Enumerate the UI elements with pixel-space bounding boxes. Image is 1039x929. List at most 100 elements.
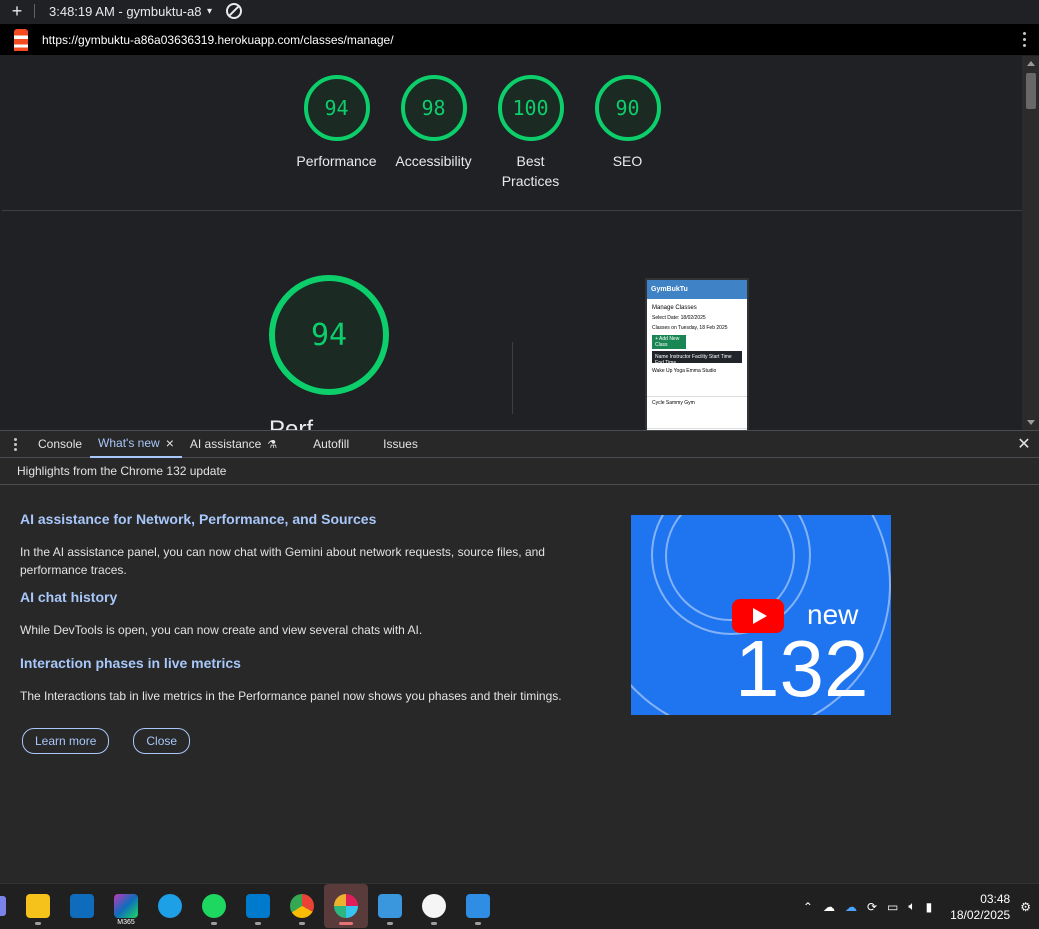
tab-console[interactable]: Console — [30, 431, 90, 458]
edge-icon[interactable] — [148, 884, 192, 928]
tab-label: Console — [38, 437, 83, 451]
table-cell: Gym — [684, 400, 695, 406]
divider — [34, 4, 35, 18]
score-gauge: 94 — [303, 75, 370, 141]
news-body: The Interactions tab in live metrics in … — [20, 689, 562, 703]
column-header: End Time — [655, 360, 677, 366]
table-cell: Studio — [702, 368, 717, 374]
tab-title[interactable]: 3:48:19 AM - gymbuktu-a86a — [49, 4, 201, 19]
score-summary: 94 Performance 98 Accessibility 100 Best… — [2, 56, 1022, 191]
score-label: Performance — [296, 153, 377, 169]
news-heading[interactable]: Interaction phases in live metrics — [20, 655, 580, 671]
clock[interactable]: 03:48 18/02/2025 — [950, 891, 1010, 923]
tab-whats-new[interactable]: What's new × — [90, 431, 182, 458]
taskbar: M365 ⌃ ☁ ☁ ⟳ ▭ 🔈︎ ▮ 03:48 18/02/2025 ⚙ — [0, 883, 1039, 928]
scrollbar-thumb[interactable] — [1026, 73, 1036, 109]
score-performance[interactable]: 94 Performance — [296, 75, 377, 191]
performance-gauge: 94 — [269, 275, 389, 395]
divider — [2, 210, 1022, 211]
news-body: In the AI assistance panel, you can now … — [20, 545, 545, 577]
tab-ai-assistance[interactable]: AI assistance ⚗ — [182, 431, 285, 458]
column-header: Facility — [691, 354, 708, 360]
tab-issues[interactable]: Issues — [375, 431, 426, 458]
vertical-scrollbar[interactable] — [1022, 56, 1039, 430]
onedrive-business-icon[interactable]: ☁ — [845, 900, 857, 914]
display-icon[interactable]: ▭ — [887, 900, 898, 914]
scroll-up-icon[interactable] — [1027, 61, 1035, 66]
tab-label: Autofill — [313, 437, 350, 451]
column-header: Start Time — [708, 354, 732, 360]
table-cell: Emma — [686, 368, 701, 374]
score-gauge: 90 — [594, 75, 661, 141]
score-best-practices[interactable]: 100 Best Practices — [496, 75, 565, 191]
close-drawer-icon[interactable]: ✕ — [1009, 434, 1039, 454]
news-heading[interactable]: AI chat history — [20, 589, 580, 605]
score-label: SEO — [612, 153, 643, 169]
file-explorer-icon[interactable] — [16, 884, 60, 928]
whats-new-list: AI assistance for Network, Performance, … — [20, 511, 580, 715]
score-gauge: 98 — [400, 75, 467, 141]
scroll-down-icon[interactable] — [1027, 420, 1035, 425]
tab-autofill[interactable]: Autofill — [305, 431, 357, 458]
block-icon[interactable] — [226, 3, 243, 19]
thumbnail-title: Manage Classes — [652, 305, 697, 311]
table-cell: Wake Up Yoga — [652, 368, 685, 374]
notepad-icon[interactable] — [368, 884, 412, 928]
score-label: Best Practices — [501, 153, 560, 189]
devtools-drawer: Console What's new × AI assistance ⚗ Autof… — [0, 430, 1039, 883]
chevron-down-icon[interactable]: ▾ — [207, 6, 212, 17]
slack-icon[interactable] — [324, 884, 368, 928]
tab-label: What's new — [98, 436, 160, 450]
battery-icon[interactable]: ▮ — [926, 900, 933, 914]
window-title-bar: + 3:48:19 AM - gymbuktu-a86a ▾ — [0, 0, 1039, 22]
score-gauge: 100 — [497, 75, 564, 141]
sync-icon[interactable]: ⟳ — [867, 900, 877, 914]
performance-heading: Perf — [269, 416, 314, 430]
lighthouse-report: 94 Performance 98 Accessibility 100 Best… — [2, 56, 1022, 430]
highlights-title: Highlights from the Chrome 132 update — [0, 458, 1039, 485]
clock-date: 18/02/2025 — [950, 907, 1011, 922]
spotify-icon[interactable] — [192, 884, 236, 928]
address-bar: https://gymbuktu-a86a03636319.herokuapp.… — [0, 24, 1039, 55]
table-cell: Cycle — [652, 400, 665, 406]
news-body: While DevTools is open, you can now crea… — [20, 623, 423, 637]
lighthouse-icon — [0, 28, 42, 51]
vscode-icon[interactable] — [236, 884, 280, 928]
teams-icon[interactable] — [0, 896, 6, 916]
thumbnail-subtitle: Classes on Tuesday, 18 Feb 2025 — [652, 325, 728, 331]
new-tab-button[interactable]: + — [0, 1, 34, 22]
onedrive-icon[interactable]: ☁ — [823, 900, 835, 914]
thumbnail-date-value: 18/02/2025 — [680, 315, 706, 321]
video-thumbnail[interactable]: new 132 — [631, 515, 891, 715]
learn-more-button[interactable]: Learn more — [22, 728, 110, 754]
face-app-icon[interactable] — [412, 884, 456, 928]
page-screenshot-thumbnail[interactable]: GymBukTu Manage Classes Select Date: 18/… — [645, 278, 749, 430]
m365-label: M365 — [117, 919, 135, 926]
url-text[interactable]: https://gymbuktu-a86a03636319.herokuapp.… — [42, 33, 1009, 47]
score-accessibility[interactable]: 98 Accessibility — [395, 75, 472, 191]
clock-time: 03:48 — [980, 891, 1011, 906]
more-tabs-icon[interactable] — [0, 437, 30, 451]
volume-icon[interactable]: 🔈︎ — [908, 899, 915, 914]
system-tray: ⌃ ☁ ☁ ⟳ ▭ 🔈︎ ▮ 03:48 18/02/2025 ⚙ — [803, 884, 1039, 929]
score-label: Accessibility — [395, 153, 472, 169]
drawer-tab-bar: Console What's new × AI assistance ⚗ Autof… — [0, 431, 1039, 458]
m365-icon[interactable]: M365 — [104, 884, 148, 928]
store-icon[interactable] — [60, 884, 104, 928]
table-cell: Sammy — [665, 400, 683, 406]
tab-label: AI assistance — [189, 437, 262, 451]
table-row: Cycle Sammy Gym — [647, 397, 747, 429]
chrome-icon[interactable] — [280, 884, 324, 928]
table-row: Wake Up Yoga Emma Studio — [647, 365, 747, 397]
close-tab-icon[interactable]: × — [166, 435, 174, 451]
close-button[interactable]: Close — [133, 728, 191, 754]
photos-icon[interactable] — [456, 884, 500, 928]
news-heading[interactable]: AI assistance for Network, Performance, … — [20, 511, 580, 527]
thumbnail-table-header: Name Instructor Facility Start Time End … — [652, 351, 742, 366]
more-options-icon[interactable] — [1009, 32, 1039, 47]
thumbnail-add-button: + Add New Class — [652, 335, 686, 349]
score-seo[interactable]: 90 SEO — [593, 75, 662, 191]
tab-label: Issues — [383, 437, 418, 451]
chevron-up-icon[interactable]: ⌃ — [803, 900, 813, 914]
notifications-icon[interactable]: ⚙ — [1020, 900, 1031, 914]
